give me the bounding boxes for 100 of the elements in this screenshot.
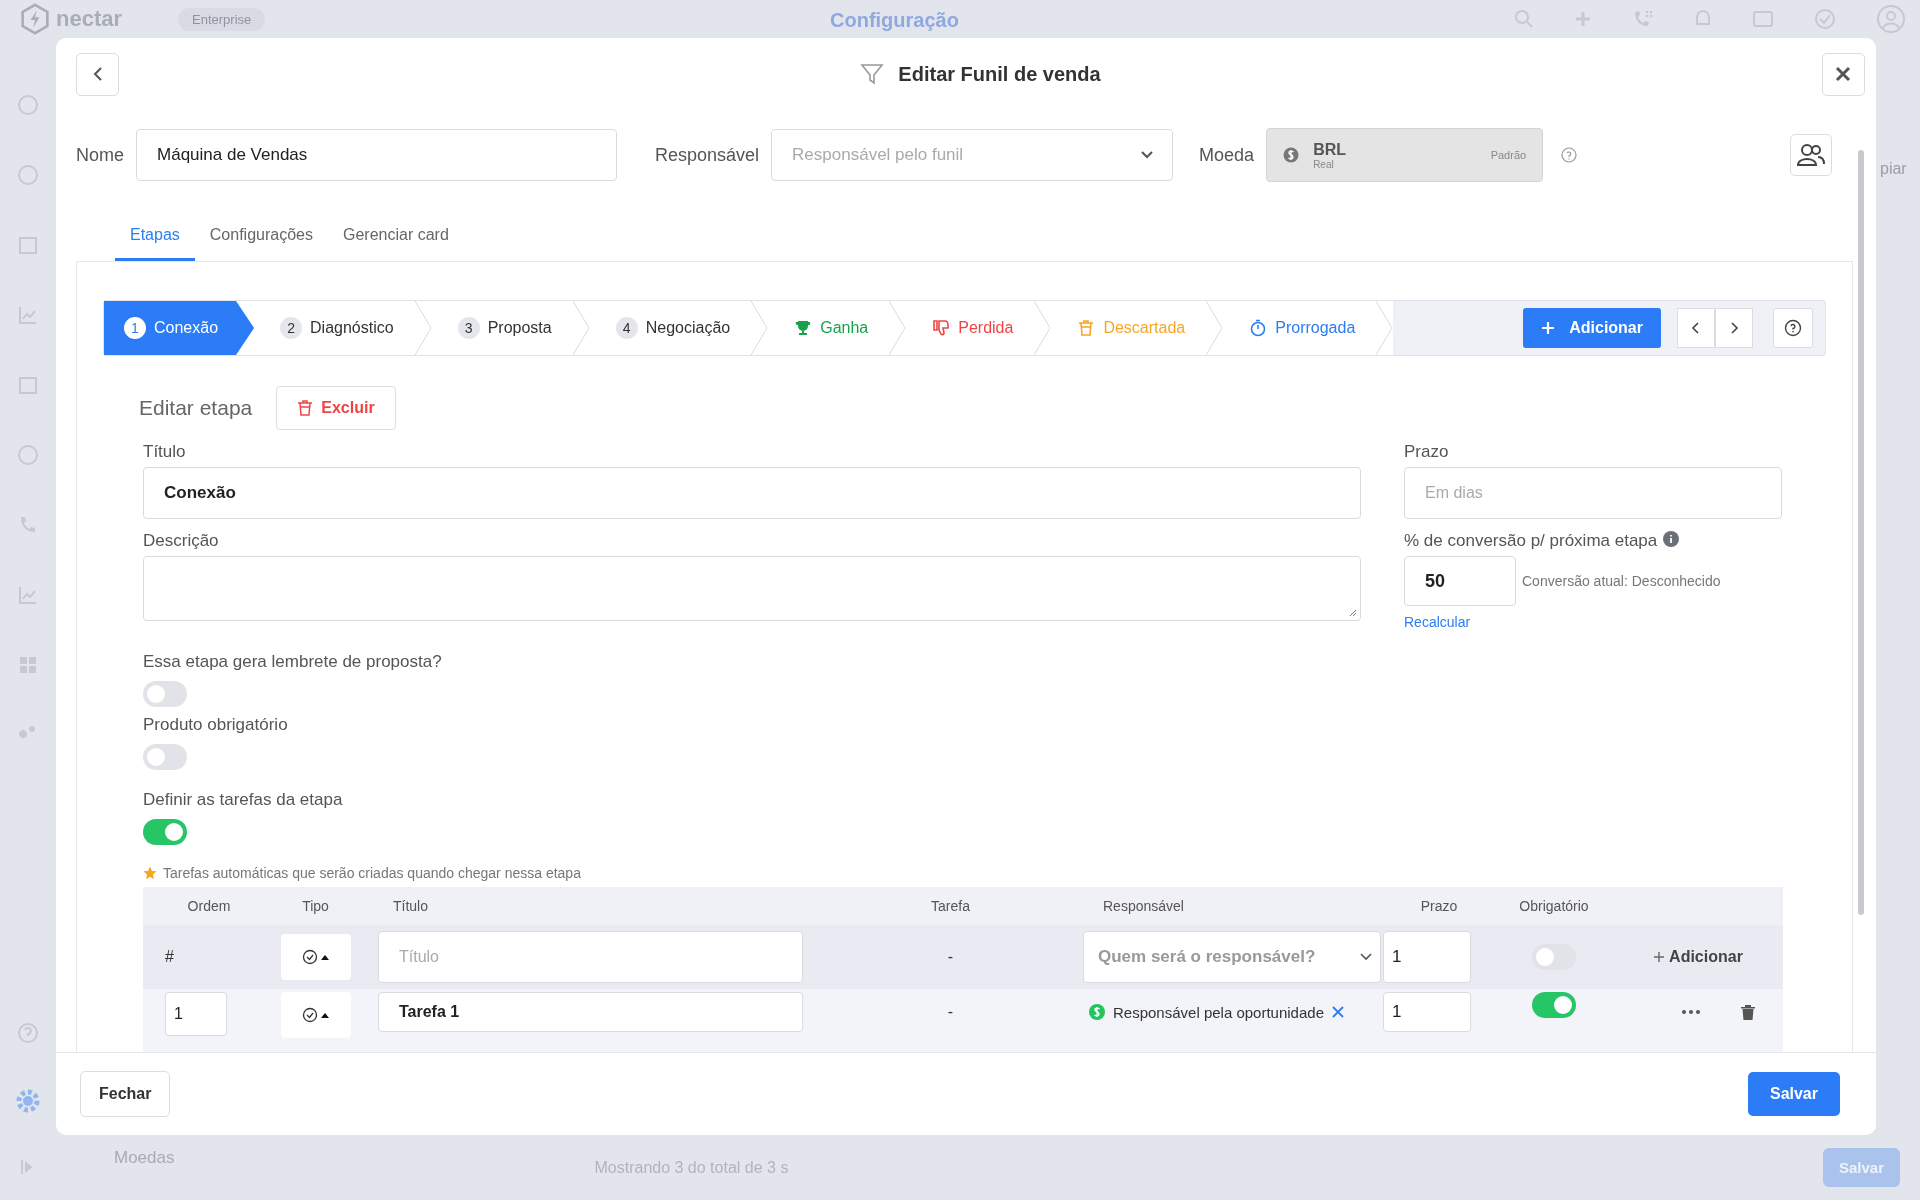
chevron-right-icon [1729,322,1739,334]
page-title: Configuração [830,8,959,32]
save-button[interactable]: Salvar [1747,1072,1840,1116]
switch-label: Definir as tarefas da etapa [143,790,343,810]
grid-icon[interactable] [17,654,39,676]
tab[interactable]: Etapas [115,214,195,261]
conversion-note: Conversão atual: Desconhecido [1522,573,1721,589]
check-circle-icon [302,949,318,965]
avatar-icon[interactable] [1876,4,1906,34]
table-cell-text: - [946,948,955,966]
scrollbar[interactable] [1858,150,1864,915]
toggle-switch[interactable] [143,681,187,707]
more-icon[interactable] [1681,1009,1701,1015]
switch-label: Essa etapa gera lembrete de proposta? [143,652,442,672]
toggle-switch[interactable] [143,819,187,845]
responsible-select[interactable]: Quem será o responsável? [1083,931,1381,983]
chart-icon[interactable] [17,304,39,326]
plan-badge: Enterprise [178,7,266,31]
help-icon [1784,319,1802,337]
placeholder-text: Responsável pelo funil [792,145,964,165]
name-field[interactable]: Máquina de Vendas [136,129,617,181]
deadline-field[interactable]: 1 [1383,931,1471,983]
plus-icon[interactable] [1574,10,1592,28]
close-button[interactable]: Fechar [80,1071,171,1117]
bars-icon[interactable] [17,584,39,606]
chevron-left-icon [1691,322,1701,334]
plus-icon [1653,951,1666,963]
back-button[interactable] [76,52,119,96]
tasks-note: Tarefas automáticas que serão criadas quando chegar nessa etapa [163,865,581,881]
close-icon [1834,65,1853,83]
toggle-switch[interactable] [1532,944,1576,970]
add-task-button[interactable]: Adicionar [1647,947,1749,967]
close-icon[interactable] [1332,1006,1344,1018]
help-button[interactable] [1773,308,1813,348]
deadline-field[interactable]: 1 [1383,992,1471,1032]
deadline-field[interactable]: Em dias [1404,467,1782,519]
caret-icon [321,954,329,960]
field-label: Título [143,442,187,462]
phone-icon[interactable] [1632,9,1654,29]
inbox-icon[interactable] [1752,9,1774,29]
description-field[interactable] [143,556,1361,621]
help-icon[interactable] [1561,147,1578,163]
field-label: Descrição [143,531,220,551]
trophy-icon [794,319,813,337]
copy-link[interactable]: piar [1880,160,1907,178]
chevron-left-icon [91,66,104,82]
trash-icon[interactable] [1741,1004,1755,1020]
help-icon[interactable] [17,1022,39,1044]
tab[interactable]: Configurações [194,214,328,261]
stage-step[interactable]: 1 Conexão [104,301,255,355]
switch-label: Produto obrigatório [143,715,288,735]
thumbs-down-icon [932,319,951,337]
next-button[interactable] [1715,308,1753,348]
add-stage-button[interactable]: Adicionar [1523,308,1661,348]
column-header: Tipo [301,898,330,914]
check-circle-icon [302,1007,318,1023]
type-select[interactable] [280,934,351,980]
recalculate-link[interactable]: Recalcular [1404,614,1782,630]
responsible-name: Responsável pela oportunidade [1113,1003,1324,1021]
plus-icon [1541,321,1556,335]
table-cell-text: - [946,1002,955,1022]
delete-button[interactable]: Excluir [276,386,396,430]
currency-code: BRL [1313,140,1346,159]
conversion-field[interactable]: 50 [1404,556,1516,606]
column-header: Tarefa [930,898,971,914]
field-label: Nome [76,144,124,166]
field-label: % de conversão p/ próxima etapa [1404,531,1658,551]
section-heading: Editar etapa [139,396,253,420]
info-icon [1663,531,1680,547]
settings-icon[interactable] [15,1088,41,1114]
type-select[interactable] [280,992,351,1038]
responsible-select[interactable]: Responsável pelo funil [771,129,1174,181]
check-circle-icon[interactable] [1814,8,1836,30]
currency-select[interactable]: BRL Real Padrão [1266,128,1544,182]
chevron-down-icon [1140,150,1155,160]
close-button[interactable] [1822,52,1865,96]
currency-name: Real [1313,158,1335,170]
order-field[interactable]: 1 [165,992,227,1036]
resize-handle-icon[interactable] [1349,609,1357,617]
trash-icon [297,400,314,416]
task-title-field[interactable]: Tarefa 1 [378,992,803,1032]
toggle-switch[interactable] [143,744,187,770]
search-icon[interactable] [1514,9,1534,29]
users-button[interactable] [1790,134,1832,176]
field-label: Responsável [655,144,760,166]
stopwatch-icon [1249,319,1268,337]
toggle-switch[interactable] [1532,992,1576,1018]
caret-icon [321,1012,329,1018]
task-title-field[interactable]: Título [378,931,803,983]
logo-text: nectar [56,7,123,31]
placeholder-text: Título [399,948,439,966]
placeholder-text: Em dias [1425,484,1483,502]
field-label: Moeda [1199,144,1255,166]
previous-button[interactable] [1677,308,1715,348]
title-field[interactable]: Conexão [143,467,1361,519]
column-header: Ordem [186,898,232,914]
tab[interactable]: Gerenciar card [328,214,464,261]
users-icon [1797,143,1825,167]
column-header: Título [392,898,429,914]
column-header: Prazo [1419,898,1459,914]
